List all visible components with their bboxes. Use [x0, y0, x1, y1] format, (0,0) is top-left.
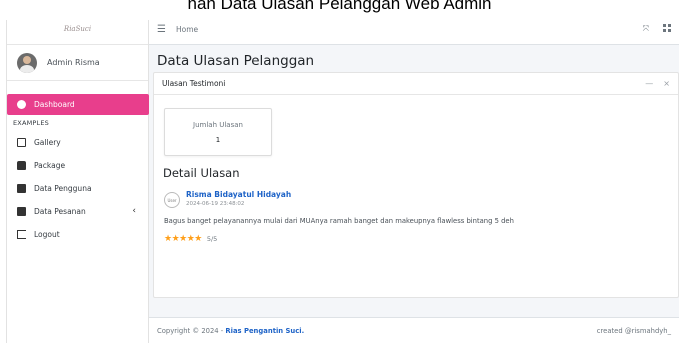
chevron-left-icon: ‹ — [132, 206, 136, 216]
sidebar-item-label: Data Pengguna — [34, 183, 92, 193]
sidebar-item-data-pesanan[interactable]: Data Pesanan ‹ — [7, 200, 148, 222]
home-link[interactable]: Home — [176, 25, 198, 34]
copyright-prefix: Copyright © 2024 - — [157, 326, 226, 335]
list-icon — [17, 206, 26, 216]
sidebar-item-label: Data Pesanan — [34, 206, 86, 216]
sidebar-item-data-pengguna[interactable]: Data Pengguna — [7, 177, 148, 199]
brand-logo: RiaSuci — [63, 25, 92, 33]
sidebar-item-label: Gallery — [34, 137, 61, 147]
fullscreen-icon[interactable]: ⤧ — [643, 24, 649, 34]
sidebar-item-gallery[interactable]: Gallery — [7, 131, 148, 153]
sidebar-item-logout[interactable]: Logout — [7, 223, 148, 245]
star-rating-icon: ★★★★★ — [164, 233, 202, 244]
sidebar-item-label: Logout — [34, 229, 60, 239]
nav-section-header: EXAMPLES — [13, 119, 49, 127]
dashboard-icon — [17, 100, 26, 109]
footer-copyright: Copyright © 2024 - Rias Pengantin Suci. — [157, 327, 304, 335]
collapse-icon[interactable]: — — [645, 79, 653, 88]
page-caption: nan Data Ulasan Pelanggan Web Admin — [0, 0, 679, 20]
reviewer-name[interactable]: Risma Bidayatul Hidayah — [186, 190, 291, 199]
card-header: Ulasan Testimoni — × — [154, 73, 678, 95]
main-content: ☰ Home ⤧ Data Ulasan Pelanggan Ulasan Te… — [149, 14, 679, 343]
image-icon — [17, 137, 26, 147]
menu-icon[interactable]: ☰ — [157, 24, 166, 35]
page-title: Data Ulasan Pelanggan — [157, 53, 315, 69]
review-meta: Risma Bidayatul Hidayah 2024-06-19 23:48… — [186, 190, 291, 207]
review-card: Ulasan Testimoni — × Jumlah Ulasan 1 Det… — [153, 72, 679, 298]
bag-icon — [17, 160, 26, 170]
review-header: User Risma Bidayatul Hidayah 2024-06-19 … — [164, 190, 664, 208]
review-rating: ★★★★★ 5/5 — [164, 234, 664, 244]
sidebar: RiaSuci Admin Risma Dashboard EXAMPLES G… — [6, 14, 149, 343]
user-avatar-icon: User — [164, 192, 180, 208]
user-name: Admin Risma — [47, 58, 100, 67]
stat-value: 1 — [215, 136, 221, 144]
admin-app: RiaSuci Admin Risma Dashboard EXAMPLES G… — [0, 14, 679, 343]
close-icon[interactable]: × — [663, 79, 670, 88]
navbar-tools: ⤧ — [643, 24, 671, 34]
sidebar-item-dashboard[interactable]: Dashboard — [7, 94, 149, 115]
stat-label: Jumlah Ulasan — [193, 121, 243, 129]
card-title: Ulasan Testimoni — [162, 79, 226, 88]
card-tools: — × — [645, 79, 670, 88]
section-title: Detail Ulasan — [163, 166, 240, 180]
stat-box: Jumlah Ulasan 1 — [164, 108, 272, 156]
sidebar-item-label: Package — [34, 160, 66, 170]
user-panel[interactable]: Admin Risma — [7, 45, 148, 81]
sidebar-item-label: Dashboard — [34, 100, 75, 109]
review-text: Bagus banget pelayanannya mulai dari MUA… — [164, 217, 514, 225]
book-icon — [17, 183, 26, 193]
review-item: User Risma Bidayatul Hidayah 2024-06-19 … — [164, 190, 664, 244]
footer-credit: created @rismahdyh_ — [596, 326, 671, 335]
grid-icon[interactable] — [663, 24, 671, 32]
logout-icon — [17, 229, 26, 239]
footer: Copyright © 2024 - Rias Pengantin Suci. … — [149, 317, 679, 343]
sidebar-nav: Dashboard EXAMPLES Gallery Package Data … — [7, 81, 149, 245]
rating-value: 5/5 — [206, 235, 218, 243]
sidebar-item-package[interactable]: Package — [7, 154, 148, 176]
footer-brand-link[interactable]: Rias Pengantin Suci. — [225, 327, 304, 335]
avatar — [17, 52, 37, 73]
review-date: 2024-06-19 23:48:02 — [186, 201, 245, 207]
